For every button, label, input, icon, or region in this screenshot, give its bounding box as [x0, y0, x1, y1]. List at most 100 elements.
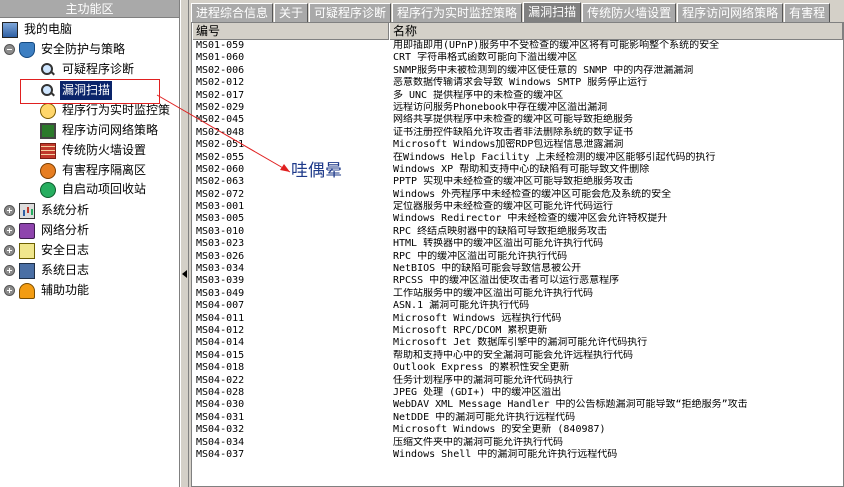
- table-row[interactable]: MS04-031 NetDDE 中的漏洞可能允许执行远程代码: [192, 412, 843, 424]
- tree-item-system-log[interactable]: 系统日志: [4, 261, 91, 280]
- cell-name: RPCSS 中的缓冲区溢出使攻击者可以运行恶意程序: [393, 275, 620, 287]
- tab-vulnerability-scan[interactable]: 漏洞扫描: [523, 2, 582, 22]
- table-row[interactable]: MS04-030 WebDAV XML Message Handler 中的公告标…: [192, 399, 843, 411]
- table-row[interactable]: MS04-034 压缩文件夹中的漏洞可能允许执行代码: [192, 437, 843, 449]
- table-row[interactable]: MS03-001 定位器服务中未经检查的缓冲区可能允许代码运行: [192, 201, 843, 213]
- column-header-id[interactable]: 编号: [192, 23, 389, 40]
- tree-item-auxiliary[interactable]: 辅助功能: [4, 281, 91, 300]
- table-row[interactable]: MS01-059 用即插即用(UPnP)服务中不受检查的缓冲区将有可能影响整个系统…: [192, 40, 843, 52]
- cell-name: CRT 字符串格式函数可能向下溢出缓冲区: [393, 52, 578, 64]
- table-row[interactable]: MS02-048 证书注册控件缺陷允许攻击者非法删除系统的数字证书: [192, 127, 843, 139]
- table-row[interactable]: MS04-011 Microsoft Windows 远程执行代码: [192, 313, 843, 325]
- tree-item-startup-recycle[interactable]: 自启动项回收站: [40, 180, 148, 199]
- list-header: 编号 名称: [192, 23, 843, 40]
- cell-name: Windows Redirector 中未经检查的缓冲区会允许特权提升: [393, 213, 668, 225]
- cell-name: Windows 外壳程序中未经检查的缓冲区可能会危及系统的安全: [393, 188, 672, 200]
- expand-icon[interactable]: [4, 225, 15, 236]
- tab-harmful-program[interactable]: 有害程: [784, 3, 831, 22]
- table-row[interactable]: MS04-015 帮助和支持中心中的安全漏洞可能会允许远程执行代码: [192, 350, 843, 362]
- expand-icon[interactable]: [4, 245, 15, 256]
- tree-item-network-analysis[interactable]: 网络分析: [4, 221, 91, 240]
- log-icon: [19, 242, 35, 259]
- table-row[interactable]: MS04-014 Microsoft Jet 数据库引擎中的漏洞可能允许代码执行: [192, 337, 843, 349]
- cell-name: 帮助和支持中心中的安全漏洞可能会允许远程执行代码: [393, 349, 633, 361]
- cell-id: MS04-032: [196, 424, 245, 436]
- table-row[interactable]: MS02-006 SNMP服务中未被检测到的缓冲区使任意的 SNMP 中的内存泄漏…: [192, 65, 843, 77]
- expand-icon[interactable]: [4, 265, 15, 276]
- cell-id: MS02-048: [196, 126, 245, 138]
- table-row[interactable]: MS04-032 Microsoft Windows 的安全更新 (840987): [192, 424, 843, 436]
- expand-icon[interactable]: [4, 285, 15, 296]
- table-row[interactable]: MS04-007 ASN.1 漏洞可能允许执行代码: [192, 300, 843, 312]
- magnifier-icon: [40, 62, 56, 78]
- cell-name: Microsoft Windows 远程执行代码: [393, 312, 562, 324]
- tree-item-security-policy[interactable]: 安全防护与策略: [4, 40, 127, 59]
- table-row[interactable]: MS04-018 Outlook Express 的累积性安全更新: [192, 362, 843, 374]
- cell-id: MS02-012: [196, 77, 245, 89]
- cell-id: MS04-030: [196, 399, 245, 411]
- tree-item-firewall[interactable]: 传统防火墙设置: [40, 141, 148, 160]
- panel-title: 主功能区: [0, 0, 179, 18]
- recycle-icon: [40, 181, 56, 198]
- table-row[interactable]: MS03-023 HTML 转换器中的缓冲区溢出可能允许执行代码: [192, 238, 843, 250]
- tree-item-network-access[interactable]: 程序访问网络策略: [40, 121, 160, 140]
- table-row[interactable]: MS02-063 PPTP 实现中未经检查的缓冲区可能导致拒绝服务攻击: [192, 176, 843, 188]
- table-row[interactable]: MS04-012 Microsoft RPC/DCOM 累积更新: [192, 325, 843, 337]
- tab-about[interactable]: 关于: [274, 3, 309, 22]
- table-row[interactable]: MS04-037 Windows Shell 中的漏洞可能允许执行远程代码: [192, 449, 843, 461]
- table-row[interactable]: MS02-045 网络共享提供程序中未检查的缓冲区可能导致拒绝服务: [192, 114, 843, 126]
- user-icon: [19, 282, 35, 299]
- column-header-name[interactable]: 名称: [389, 23, 843, 40]
- table-row[interactable]: MS03-005 Windows Redirector 中未经检查的缓冲区会允许特…: [192, 213, 843, 225]
- cell-name: 任务计划程序中的漏洞可能允许代码执行: [393, 374, 573, 386]
- cell-name: Microsoft RPC/DCOM 累积更新: [393, 324, 548, 336]
- cell-id: MS04-015: [196, 349, 245, 361]
- cell-id: MS02-006: [196, 64, 245, 76]
- tab-process-info[interactable]: 进程综合信息: [191, 3, 274, 22]
- computer-icon: [2, 21, 18, 38]
- tab-firewall[interactable]: 传统防火墙设置: [582, 3, 677, 22]
- cell-id: MS02-029: [196, 101, 245, 113]
- panel-splitter[interactable]: [180, 0, 189, 487]
- cell-name: 在Windows Help Facility 上未经检测的缓冲区能够引起代码的执…: [393, 151, 716, 163]
- table-row[interactable]: MS02-029 远程访问服务Phonebook中存在缓冲区溢出漏洞: [192, 102, 843, 114]
- tree-item-security-log[interactable]: 安全日志: [4, 241, 91, 260]
- tab-behavior-monitor[interactable]: 程序行为实时监控策略: [392, 3, 523, 22]
- collapse-icon[interactable]: [4, 44, 15, 55]
- table-row[interactable]: MS02-012 恶意数据传输请求会导致 Windows SMTP 服务停止运行: [192, 77, 843, 89]
- table-row[interactable]: MS01-060 CRT 字符串格式函数可能向下溢出缓冲区: [192, 52, 843, 64]
- cell-id: MS02-017: [196, 89, 245, 101]
- tree-item-my-computer[interactable]: 我的电脑: [2, 20, 74, 39]
- cell-name: 远程访问服务Phonebook中存在缓冲区溢出漏洞: [393, 101, 608, 113]
- tree-item-system-analysis[interactable]: 系统分析: [4, 201, 91, 220]
- cell-name: 恶意数据传输请求会导致 Windows SMTP 服务停止运行: [393, 77, 648, 89]
- expand-icon[interactable]: [4, 205, 15, 216]
- collapse-left-arrow-icon[interactable]: [182, 270, 187, 278]
- table-row[interactable]: MS02-055 在Windows Help Facility 上未经检测的缓冲区…: [192, 152, 843, 164]
- table-row[interactable]: MS04-022 任务计划程序中的漏洞可能允许代码执行: [192, 375, 843, 387]
- clock-icon: [40, 102, 56, 119]
- cell-name: JPEG 处理 (GDI+) 中的缓冲区溢出: [393, 386, 562, 398]
- table-row[interactable]: MS04-028 JPEG 处理 (GDI+) 中的缓冲区溢出: [192, 387, 843, 399]
- tab-suspicious-program[interactable]: 可疑程序诊断: [309, 3, 392, 22]
- table-row[interactable]: MS03-039 RPCSS 中的缓冲区溢出使攻击者可以运行恶意程序: [192, 275, 843, 287]
- table-row[interactable]: MS02-051 Microsoft Windows加密RDP包远程信息泄露漏洞: [192, 139, 843, 151]
- cell-name: Microsoft Windows 的安全更新 (840987): [393, 424, 606, 436]
- cell-name: 压缩文件夹中的漏洞可能允许执行代码: [393, 436, 563, 448]
- tree-item-quarantine[interactable]: 有害程序隔离区: [40, 161, 148, 180]
- table-row[interactable]: MS03-026 RPC 中的缓冲区溢出可能允许执行代码: [192, 251, 843, 263]
- tab-network-access[interactable]: 程序访问网络策略: [677, 3, 784, 22]
- table-row[interactable]: MS03-010 RPC 终结点映射器中的缺陷可导致拒绝服务攻击: [192, 226, 843, 238]
- cell-id: MS02-051: [196, 139, 245, 151]
- cell-id: MS04-022: [196, 374, 245, 386]
- tree-item-suspicious-program[interactable]: 可疑程序诊断: [40, 60, 136, 79]
- cell-id: MS04-034: [196, 436, 245, 448]
- table-row[interactable]: MS03-034 NetBIOS 中的缺陷可能会导致信息被公开: [192, 263, 843, 275]
- cell-name: HTML 转换器中的缓冲区溢出可能允许执行代码: [393, 238, 604, 250]
- table-row[interactable]: MS02-060 Windows XP 帮助和支持中心的缺陷有可能导致文件删除: [192, 164, 843, 176]
- table-row[interactable]: MS02-072 Windows 外壳程序中未经检查的缓冲区可能会危及系统的安全: [192, 189, 843, 201]
- table-row[interactable]: MS02-017 多 UNC 提供程序中的未检查的缓冲区: [192, 90, 843, 102]
- network-icon: [19, 222, 35, 239]
- cell-id: MS04-007: [196, 300, 245, 312]
- table-row[interactable]: MS03-049 工作站服务中的缓冲区溢出可能允许执行代码: [192, 288, 843, 300]
